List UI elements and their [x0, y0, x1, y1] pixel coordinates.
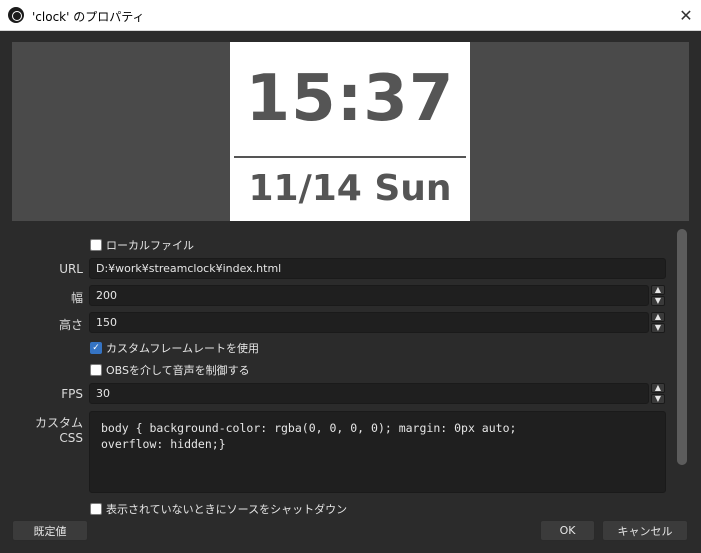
scrollbar[interactable] — [677, 229, 687, 465]
ok-button[interactable]: OK — [540, 520, 595, 541]
preview-date: 11/14 Sun — [248, 168, 452, 209]
url-label: URL — [59, 262, 83, 276]
local-file-label: ローカルファイル — [106, 239, 194, 252]
height-stepper[interactable]: ▲ ▼ — [651, 312, 665, 333]
check-icon[interactable]: ✓ — [90, 342, 102, 354]
fps-stepper[interactable]: ▲ ▼ — [651, 383, 665, 404]
obs-audio-label: OBSを介して音声を制御する — [106, 364, 250, 377]
title-bar: 'clock' のプロパティ ✕ — [0, 0, 701, 31]
custom-fps-label: カスタムフレームレートを使用 — [106, 342, 260, 355]
fps-input[interactable]: 30 — [89, 383, 649, 404]
decrement-icon[interactable]: ▼ — [651, 323, 665, 333]
width-label: 幅 — [70, 291, 83, 305]
width-stepper[interactable]: ▲ ▼ — [651, 285, 665, 306]
height-label: 高さ — [58, 318, 83, 332]
fps-label: FPS — [61, 387, 83, 401]
obs-audio-checkbox[interactable]: OBSを介して音声を制御する — [90, 362, 250, 378]
local-file-checkbox[interactable]: ローカルファイル — [90, 237, 194, 253]
shutdown-checkbox[interactable]: 表示されていないときにソースをシャットダウン — [90, 501, 347, 517]
width-input[interactable]: 200 — [89, 285, 649, 306]
preview-time: 15:37 — [245, 62, 455, 136]
checkbox[interactable] — [90, 364, 102, 376]
custom-css-textarea[interactable]: body { background-color: rgba(0, 0, 0, 0… — [89, 411, 666, 493]
increment-icon[interactable]: ▲ — [651, 285, 665, 295]
custom-fps-checkbox[interactable]: ✓ カスタムフレームレートを使用 — [90, 340, 259, 356]
defaults-button[interactable]: 既定値 — [12, 520, 88, 541]
obs-icon — [8, 7, 24, 23]
scrollbar-thumb[interactable] — [677, 229, 687, 465]
checkbox[interactable] — [90, 503, 102, 515]
increment-icon[interactable]: ▲ — [651, 383, 665, 393]
preview-box: 15:37 11/14 Sun — [230, 42, 470, 221]
close-icon[interactable]: ✕ — [671, 0, 701, 31]
window-title: 'clock' のプロパティ — [32, 10, 145, 24]
height-input[interactable]: 150 — [89, 312, 649, 333]
shutdown-label: 表示されていないときにソースをシャットダウン — [106, 503, 348, 516]
checkbox[interactable] — [90, 239, 102, 251]
decrement-icon[interactable]: ▼ — [651, 394, 665, 404]
decrement-icon[interactable]: ▼ — [651, 296, 665, 306]
preview-divider — [234, 156, 466, 158]
increment-icon[interactable]: ▲ — [651, 312, 665, 322]
cancel-button[interactable]: キャンセル — [602, 520, 688, 541]
url-input[interactable]: D:¥work¥streamclock¥index.html — [89, 258, 666, 279]
custom-css-label: カスタム CSS — [34, 416, 83, 445]
